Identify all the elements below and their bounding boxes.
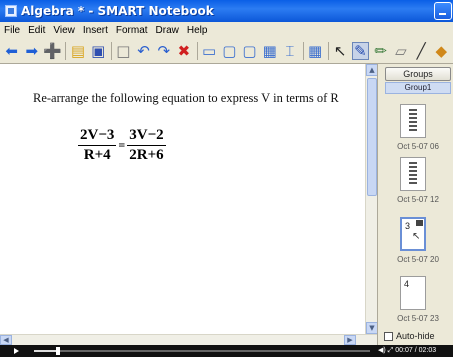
groups-button[interactable]: Groups (385, 67, 451, 81)
menu-help[interactable]: Help (187, 25, 208, 36)
thumbnail-label: Oct 5-07 06 (397, 142, 439, 151)
creative-pen-icon[interactable]: ✏ (372, 42, 389, 60)
page-thumbnail-4[interactable]: 4 (400, 276, 426, 310)
scroll-left-icon[interactable]: ◀ (0, 335, 12, 345)
autohide-label: Auto-hide (396, 331, 435, 341)
screen-shade-icon[interactable]: ▭ (200, 42, 217, 60)
page-thumbnail-1[interactable] (400, 104, 426, 138)
menu-format[interactable]: Format (116, 25, 148, 36)
page-sorter-panel: Groups Group1 Oct 5-07 06 Oct 5-07 12 3 … (377, 64, 453, 345)
player-controls: ◀) ⤢ 00:07 / 02:03 (378, 346, 436, 355)
app-icon (5, 5, 17, 17)
equation: 2V−3 R+4 = 3V−2 2R+6 (78, 127, 166, 164)
right-denominator: 2R+6 (129, 147, 164, 163)
toolbar-divider (110, 41, 112, 60)
eraser-icon[interactable]: ▱ (392, 42, 409, 60)
seek-progress (34, 350, 58, 352)
menu-insert[interactable]: Insert (83, 25, 108, 36)
undo-icon[interactable]: ↶ (135, 42, 152, 60)
left-denominator: R+4 (83, 147, 111, 163)
thumbnail-preview (409, 109, 417, 133)
thumbnail-number: 3 (405, 221, 411, 231)
menu-bar: File Edit View Insert Format Draw Help (0, 22, 453, 38)
forward-arrow-icon[interactable]: ➡ (23, 42, 40, 60)
smart-notebook-window: Algebra * - SMART Notebook File Edit Vie… (0, 0, 453, 357)
minimize-button[interactable] (434, 2, 452, 20)
thumbnail-number: 4 (404, 279, 410, 289)
mouse-cursor-icon: ↖ (412, 231, 421, 242)
table-icon[interactable]: ▦ (306, 42, 323, 60)
scroll-thumb[interactable] (367, 78, 377, 196)
fullscreen-icon[interactable]: ⤢ (388, 347, 394, 354)
right-numerator: 3V−2 (127, 127, 166, 146)
add-page-icon[interactable]: ➕ (43, 42, 62, 60)
left-fraction: 2V−3 R+4 (78, 127, 117, 164)
group-tab[interactable]: Group1 (385, 82, 451, 94)
equals-sign: = (118, 138, 126, 152)
menu-view[interactable]: View (53, 25, 75, 36)
seek-handle[interactable] (55, 347, 60, 355)
thumbnail-label: Oct 5-07 12 (397, 195, 439, 204)
title-bar: Algebra * - SMART Notebook (0, 0, 453, 22)
left-numerator: 2V−3 (78, 127, 117, 146)
volume-icon[interactable]: ◀) (378, 347, 386, 354)
redo-icon[interactable]: ↷ (155, 42, 172, 60)
thumbnail-label: Oct 5-07 23 (397, 314, 439, 323)
toolbar-divider (196, 41, 198, 60)
toolbar-divider (65, 41, 67, 60)
menu-edit[interactable]: Edit (28, 25, 45, 36)
document-camera-icon[interactable]: ▦ (261, 42, 278, 60)
select-arrow-icon[interactable]: ↖ (332, 42, 349, 60)
capture-icon[interactable]: ▢ (241, 42, 258, 60)
open-folder-icon[interactable]: ▤ (69, 42, 86, 60)
thumbnail-preview (409, 162, 417, 186)
back-arrow-icon[interactable]: ⬅ (3, 42, 20, 60)
paste-icon[interactable]: □ (115, 42, 132, 60)
page-thumbnail-2[interactable] (400, 157, 426, 191)
text-tool-icon[interactable]: ⌶ (281, 42, 298, 60)
instruction-text: Re-arrange the following equation to exp… (33, 91, 339, 105)
pen-icon[interactable]: ✎ (351, 41, 370, 60)
line-icon[interactable]: ╱ (413, 42, 430, 60)
toolbar: ⬅ ➡ ➕ ▤ ▣ □ ↶ ↷ ✖ ▭ ▢ ▢ ▦ ⌶ ▦ ↖ ✎ ✏ ▱ ╱ … (0, 38, 453, 64)
horizontal-scrollbar[interactable]: ◀ ▶ (0, 334, 377, 345)
delete-icon[interactable]: ✖ (175, 42, 192, 60)
thumbnail-menu-icon[interactable] (416, 220, 423, 226)
toolbar-divider (327, 41, 329, 60)
thumbnail-label: Oct 5-07 20 (397, 255, 439, 264)
save-icon[interactable]: ▣ (90, 42, 107, 60)
seek-bar[interactable] (34, 347, 370, 355)
scroll-right-icon[interactable]: ▶ (344, 335, 356, 345)
play-icon[interactable] (14, 348, 19, 354)
menu-file[interactable]: File (4, 25, 20, 36)
notebook-page[interactable]: Re-arrange the following equation to exp… (0, 64, 365, 334)
vertical-scrollbar[interactable]: ▲ ▼ (365, 64, 378, 334)
menu-draw[interactable]: Draw (156, 25, 179, 36)
toolbar-divider (302, 41, 304, 60)
right-fraction: 3V−2 2R+6 (127, 127, 166, 164)
display-icon[interactable]: ▢ (221, 42, 238, 60)
window-title: Algebra * - SMART Notebook (21, 4, 214, 18)
video-player-bar: ◀) ⤢ 00:07 / 02:03 (0, 345, 453, 357)
autohide-checkbox[interactable] (384, 331, 393, 341)
paint-icon[interactable]: ◆ (433, 42, 450, 60)
page-thumbnail-3[interactable]: 3 ↖ (400, 217, 426, 251)
autohide-control[interactable]: Auto-hide (384, 331, 435, 341)
player-time: 00:07 / 02:03 (395, 347, 437, 354)
